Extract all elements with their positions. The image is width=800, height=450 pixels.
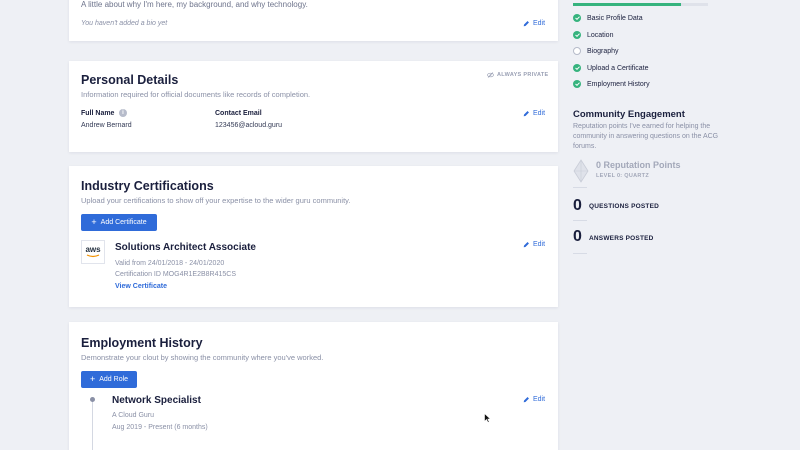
info-icon[interactable]: i [119, 109, 127, 117]
certifications-card: Industry Certifications Upload your cert… [69, 166, 558, 307]
questions-label: QUESTIONS POSTED [589, 203, 660, 210]
checklist-item-certificate: Upload a Certificate [573, 64, 648, 72]
answers-label: ANSWERS POSTED [589, 235, 654, 242]
certificate-validity: Valid from 24/01/2018 - 24/01/2020 [115, 260, 225, 267]
timeline-line [92, 399, 93, 450]
plus-icon: + [89, 374, 96, 384]
questions-count: 0 [573, 197, 582, 214]
aws-logo: aws [81, 240, 105, 264]
profile-progress-fill [573, 3, 681, 6]
employment-title: Employment History [81, 336, 203, 350]
employment-card: Employment History Demonstrate your clou… [69, 322, 558, 450]
role-period: Aug 2019 - Present (6 months) [112, 424, 208, 431]
certificate-edit-button[interactable]: Edit [523, 241, 545, 248]
pencil-icon [523, 111, 529, 117]
answers-count: 0 [573, 228, 582, 245]
personal-details-card: Personal Details Information required fo… [69, 61, 558, 152]
community-engagement-title: Community Engagement [573, 109, 685, 120]
edit-label: Edit [533, 20, 546, 27]
mouse-cursor-icon [484, 413, 491, 423]
bio-intro: A little about why I'm here, my backgrou… [81, 0, 308, 9]
bio-empty-text: You haven't added a bio yet [81, 20, 168, 27]
aws-smile-icon [86, 254, 100, 258]
certifications-subtitle: Upload your certifications to show off y… [81, 196, 351, 205]
checklist-item-location: Location [573, 31, 613, 39]
personal-edit-button[interactable]: Edit [523, 110, 545, 117]
eye-slash-icon [487, 72, 494, 78]
edit-label: Edit [533, 241, 546, 248]
add-role-button[interactable]: + Add Role [81, 371, 137, 388]
personal-details-title: Personal Details [81, 73, 179, 87]
pencil-icon [523, 21, 529, 27]
role-edit-button[interactable]: Edit [523, 396, 545, 403]
employment-subtitle: Demonstrate your clout by showing the co… [81, 353, 324, 362]
check-circle-icon [573, 64, 581, 72]
view-certificate-link[interactable]: View Certificate [115, 283, 167, 290]
contact-email-value: 123456@acloud.guru [215, 122, 283, 129]
edit-label: Edit [533, 396, 546, 403]
checklist-item-biography: Biography [573, 47, 619, 55]
contact-email-label: Contact Email [215, 110, 262, 117]
bio-edit-button[interactable]: Edit [523, 20, 545, 27]
certifications-title: Industry Certifications [81, 179, 214, 193]
privacy-badge-label: ALWAYS PRIVATE [497, 72, 549, 78]
certificate-id: Certification ID MOG4R1E2B8R415CS [115, 271, 236, 278]
bio-card: A little about why I'm here, my backgrou… [69, 0, 558, 41]
checklist-label: Biography [587, 47, 619, 55]
add-certificate-button[interactable]: + Add Certificate [81, 214, 157, 231]
reputation-points: 0 Reputation Points [596, 160, 681, 170]
pencil-icon [523, 397, 529, 403]
divider [573, 253, 587, 254]
check-circle-icon [573, 80, 581, 88]
role-company: A Cloud Guru [112, 412, 155, 419]
empty-circle-icon [573, 47, 581, 55]
community-engagement-subtitle: Reputation points I've earned for helpin… [573, 123, 719, 150]
checklist-label: Employment History [587, 80, 650, 88]
checklist-label: Upload a Certificate [587, 64, 649, 72]
reputation-level: LEVEL 0: QUARTZ [596, 173, 649, 179]
checklist-label: Location [587, 31, 614, 39]
add-role-label: Add Role [99, 376, 129, 383]
checklist-label: Basic Profile Data [587, 14, 643, 22]
divider [573, 220, 587, 221]
divider [573, 187, 587, 188]
certificate-name: Solutions Architect Associate [115, 242, 256, 253]
add-certificate-label: Add Certificate [100, 219, 147, 226]
role-title: Network Specialist [112, 395, 201, 406]
pencil-icon [523, 242, 529, 248]
full-name-value: Andrew Bernard [81, 122, 132, 129]
check-circle-icon [573, 31, 581, 39]
full-name-label: Full Name [81, 110, 115, 117]
plus-icon: + [91, 217, 97, 227]
check-circle-icon [573, 14, 581, 22]
privacy-badge: ALWAYS PRIVATE [487, 72, 548, 78]
edit-label: Edit [533, 110, 546, 117]
quartz-gem-icon [573, 159, 589, 183]
timeline-dot [90, 397, 95, 402]
personal-details-subtitle: Information required for official docume… [81, 90, 311, 99]
checklist-item-basic-profile: Basic Profile Data [573, 14, 643, 22]
checklist-item-employment: Employment History [573, 80, 650, 88]
